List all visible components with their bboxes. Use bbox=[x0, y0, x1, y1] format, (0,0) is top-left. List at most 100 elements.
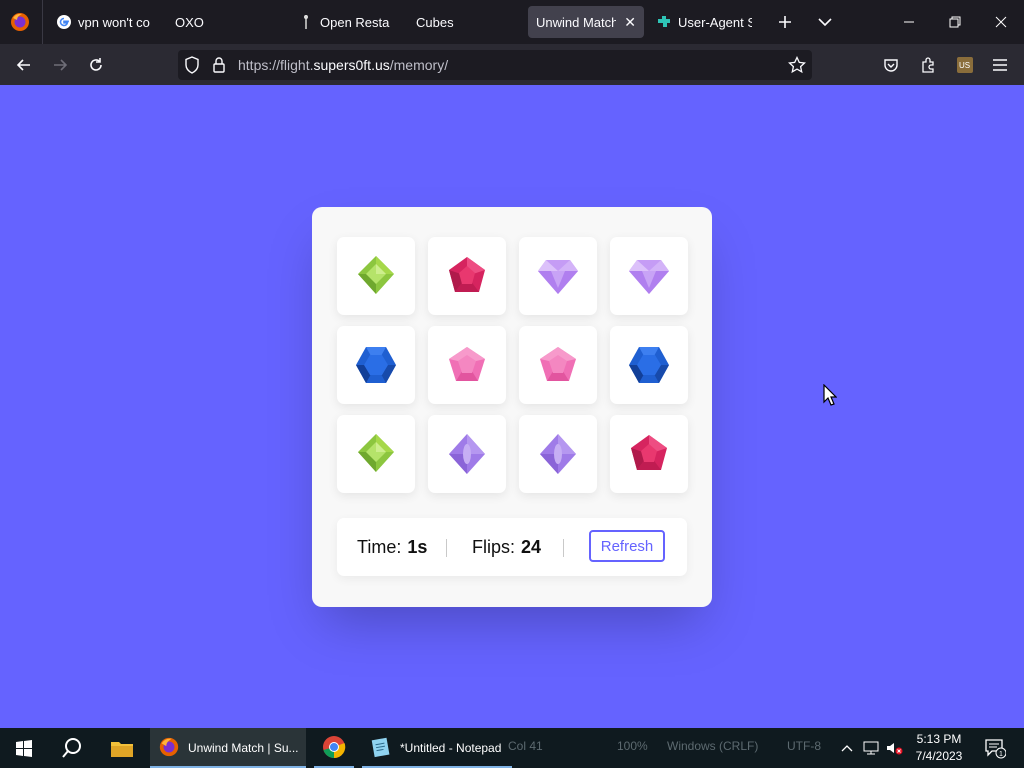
close-window-icon[interactable] bbox=[978, 0, 1024, 44]
time-label: Time: bbox=[357, 537, 402, 557]
tab-separator bbox=[42, 0, 43, 44]
tab-user-agent[interactable]: User-Agent Sw bbox=[648, 6, 760, 38]
memory-card[interactable] bbox=[519, 237, 597, 315]
memory-card[interactable] bbox=[610, 326, 688, 404]
tab-label: Open Restaura bbox=[320, 14, 390, 30]
tab-vpn[interactable]: vpn won't co bbox=[48, 6, 164, 38]
network-icon[interactable] bbox=[860, 728, 882, 768]
lavender-diamond-gem-icon bbox=[538, 260, 578, 294]
close-tab-icon[interactable]: ✕ bbox=[624, 14, 636, 31]
windows-logo-icon bbox=[16, 740, 32, 757]
pin-icon bbox=[298, 14, 314, 30]
memory-card[interactable] bbox=[337, 326, 415, 404]
forward-icon[interactable] bbox=[47, 52, 73, 78]
chrome-icon bbox=[322, 735, 346, 762]
url-path: /memory/ bbox=[389, 57, 449, 73]
windows-taskbar: Unwind Match | Su... *Untitled - Notepad… bbox=[0, 728, 1024, 768]
notepad-icon bbox=[370, 736, 392, 761]
tab-label: Unwind Match bbox=[536, 14, 617, 30]
reload-icon[interactable] bbox=[83, 52, 109, 78]
start-button[interactable] bbox=[0, 728, 48, 768]
memory-card[interactable] bbox=[519, 415, 597, 493]
memory-card[interactable] bbox=[428, 326, 506, 404]
tab-label: Cubes bbox=[416, 14, 454, 30]
search-icon[interactable] bbox=[48, 728, 96, 768]
violet-gem-icon bbox=[449, 434, 485, 474]
memory-card[interactable] bbox=[337, 415, 415, 493]
taskbar-app-chrome[interactable] bbox=[310, 728, 358, 768]
tab-cubes[interactable]: Cubes bbox=[408, 6, 518, 38]
svg-text:US: US bbox=[959, 61, 970, 70]
memory-card[interactable] bbox=[610, 415, 688, 493]
volume-muted-icon[interactable] bbox=[884, 728, 906, 768]
ruby-gem-icon bbox=[449, 257, 485, 292]
memory-card[interactable] bbox=[519, 326, 597, 404]
memory-card[interactable] bbox=[428, 237, 506, 315]
green-gem-icon bbox=[358, 434, 394, 472]
violet-gem-icon bbox=[540, 434, 576, 474]
bookmark-star-icon[interactable] bbox=[788, 55, 806, 79]
firefox-icon bbox=[158, 736, 180, 761]
firefox-view-icon[interactable] bbox=[8, 10, 32, 34]
list-all-tabs-icon[interactable] bbox=[812, 10, 838, 34]
notifications-icon[interactable]: 1 bbox=[978, 728, 1012, 768]
background-status-text: 100% bbox=[617, 739, 648, 753]
url-domain: supers0ft.us bbox=[313, 57, 390, 73]
lock-icon[interactable] bbox=[212, 56, 226, 79]
clock-time: 5:13 PM bbox=[916, 732, 962, 746]
tab-label: OXO bbox=[175, 14, 204, 30]
time-stat: Time: 1s bbox=[357, 537, 427, 558]
taskbar-app-label: *Untitled - Notepad bbox=[400, 741, 502, 755]
taskbar-app-label: Unwind Match | Su... bbox=[188, 741, 299, 755]
pocket-icon[interactable] bbox=[878, 52, 904, 78]
lavender-diamond-gem-icon bbox=[629, 260, 669, 294]
taskbar-app-notepad[interactable]: *Untitled - Notepad bbox=[362, 728, 512, 768]
extensions-icon[interactable] bbox=[915, 52, 941, 78]
user-agent-switcher-icon[interactable]: US bbox=[952, 52, 978, 78]
tab-label: User-Agent Sw bbox=[678, 14, 752, 30]
url-prefix: https://flight. bbox=[238, 57, 314, 73]
url-text[interactable]: https://flight.supers0ft.us/memory/ bbox=[238, 57, 448, 73]
puzzle-icon bbox=[656, 14, 672, 30]
time-value: 1s bbox=[407, 537, 428, 557]
memory-game-board: Time: 1s Flips: 24 Refresh bbox=[312, 207, 712, 607]
hamburger-menu-icon[interactable] bbox=[987, 52, 1013, 78]
flips-label: Flips: bbox=[472, 537, 516, 557]
stats-divider bbox=[563, 539, 564, 557]
background-status-text: UTF-8 bbox=[787, 739, 821, 753]
tracking-protection-icon[interactable] bbox=[184, 56, 200, 79]
back-icon[interactable] bbox=[11, 52, 37, 78]
minimize-icon[interactable] bbox=[886, 0, 932, 44]
memory-card[interactable] bbox=[428, 415, 506, 493]
flips-stat: Flips: 24 bbox=[472, 537, 541, 558]
file-explorer-icon[interactable] bbox=[98, 728, 146, 768]
memory-card[interactable] bbox=[610, 237, 688, 315]
address-bar[interactable]: https://flight.supers0ft.us/memory/ bbox=[178, 50, 812, 80]
blue-gem-icon bbox=[629, 347, 669, 383]
show-hidden-icons-icon[interactable] bbox=[836, 728, 858, 768]
tab-open-restaurant[interactable]: Open Restaura bbox=[290, 6, 398, 38]
new-tab-icon[interactable] bbox=[772, 10, 798, 34]
clock-date: 7/4/2023 bbox=[915, 749, 963, 763]
background-status-text: Windows (CRLF) bbox=[667, 739, 759, 753]
green-gem-icon bbox=[358, 256, 394, 294]
notification-count: 1 bbox=[999, 751, 1003, 758]
tab-oxo[interactable]: OXO bbox=[167, 6, 257, 38]
navigation-bar: https://flight.supers0ft.us/memory/ US bbox=[0, 44, 1024, 85]
flips-value: 24 bbox=[521, 537, 542, 557]
stats-divider bbox=[446, 539, 447, 557]
pink-gem-icon bbox=[449, 347, 485, 381]
memory-card[interactable] bbox=[337, 237, 415, 315]
tab-unwind-match[interactable]: Unwind Match ✕ bbox=[528, 6, 644, 38]
tab-label: vpn won't co bbox=[78, 14, 150, 30]
google-icon bbox=[56, 14, 72, 30]
system-clock[interactable]: 5:13 PM 7/4/2023 bbox=[912, 731, 966, 765]
stats-bar: Time: 1s Flips: 24 Refresh bbox=[337, 518, 687, 576]
background-status-text: Col 41 bbox=[508, 739, 543, 753]
taskbar-app-firefox[interactable]: Unwind Match | Su... bbox=[150, 728, 306, 768]
restore-icon[interactable] bbox=[932, 0, 978, 44]
mouse-cursor-icon bbox=[823, 383, 838, 406]
pink-gem-icon bbox=[540, 347, 576, 381]
blue-gem-icon bbox=[356, 347, 396, 383]
refresh-button[interactable]: Refresh bbox=[589, 530, 665, 562]
